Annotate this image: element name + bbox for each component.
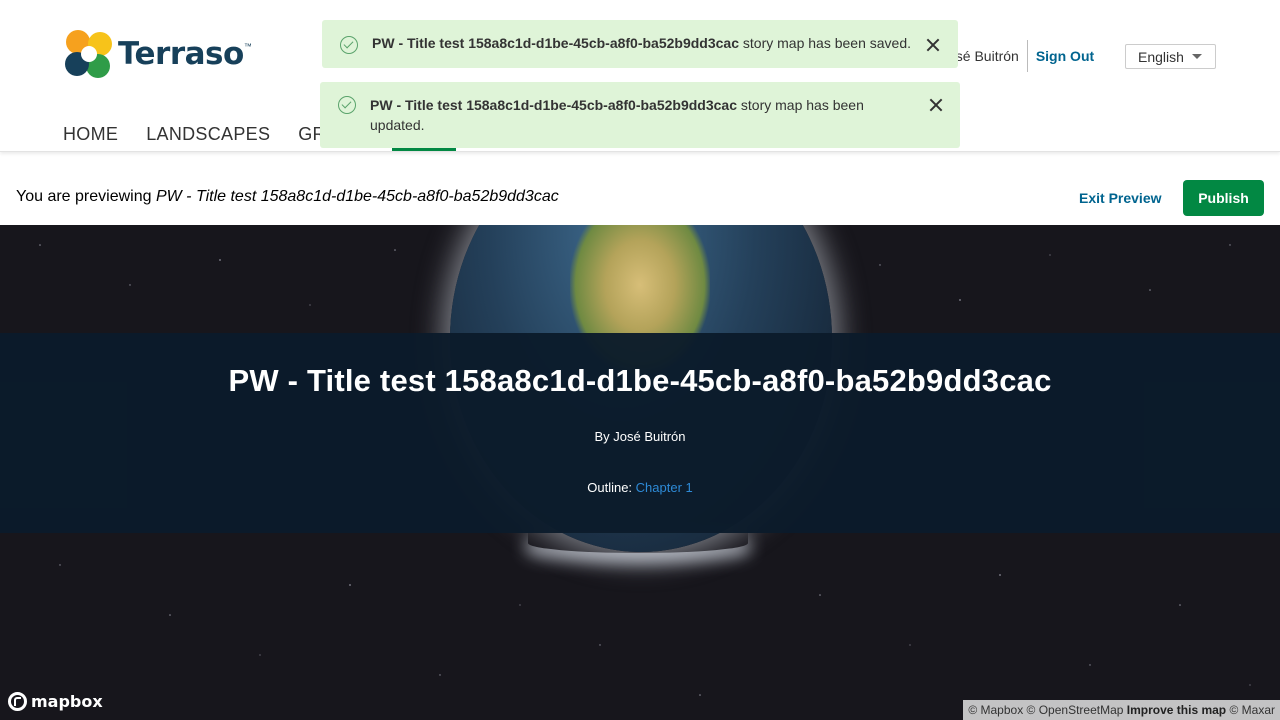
logo-trademark: ™: [243, 42, 252, 51]
terraso-logo[interactable]: Terraso ™: [64, 28, 252, 80]
publish-button[interactable]: Publish: [1183, 180, 1264, 216]
success-check-icon: [338, 96, 356, 114]
nav-home[interactable]: HOME: [63, 124, 118, 145]
nav-active-indicator: [392, 148, 456, 151]
success-check-icon: [340, 36, 358, 54]
map-attribution: © Mapbox © OpenStreetMap Improve this ma…: [963, 700, 1280, 720]
attribution-mapbox[interactable]: © Mapbox: [968, 703, 1023, 717]
story-outline: Outline: Chapter 1: [0, 480, 1280, 495]
attribution-osm[interactable]: © OpenStreetMap: [1027, 703, 1124, 717]
story-title: PW - Title test 158a8c1d-d1be-45cb-a8f0-…: [228, 363, 1052, 398]
toast-updated: PW - Title test 158a8c1d-d1be-45cb-a8f0-…: [320, 82, 960, 148]
close-icon[interactable]: [929, 98, 943, 112]
preview-bar: You are previewing PW - Title test 158a8…: [0, 172, 1280, 225]
toast-status: story map has been saved.: [739, 35, 912, 51]
nav-landscapes[interactable]: LANDSCAPES: [146, 124, 270, 145]
sign-out-button[interactable]: Sign Out: [1028, 48, 1094, 64]
caret-down-icon: [1191, 54, 1202, 59]
user-area: osé Buitrón Sign Out: [948, 40, 1094, 72]
preview-notice: You are previewing PW - Title test 158a8…: [16, 188, 559, 206]
logo-wordmark: Terraso: [118, 36, 244, 72]
language-value: English: [1138, 48, 1184, 65]
story-map[interactable]: PW - Title test 158a8c1d-d1be-45cb-a8f0-…: [0, 225, 1280, 720]
toast-message: PW - Title test 158a8c1d-d1be-45cb-a8f0-…: [370, 95, 870, 135]
mapbox-wordmark: mapbox: [31, 692, 103, 711]
mapbox-logo[interactable]: mapbox: [8, 692, 103, 711]
exit-preview-button[interactable]: Exit Preview: [1079, 190, 1162, 206]
improve-map-link[interactable]: Improve this map: [1127, 703, 1226, 717]
main-nav: HOME LANDSCAPES GRO: [63, 124, 340, 145]
globe-rim: [528, 533, 748, 553]
toast-message: PW - Title test 158a8c1d-d1be-45cb-a8f0-…: [372, 33, 958, 53]
language-select[interactable]: English: [1125, 44, 1216, 69]
preview-prefix: You are previewing: [16, 188, 156, 205]
attribution-maxar[interactable]: © Maxar: [1229, 703, 1275, 717]
story-byline: By José Buitrón: [594, 429, 686, 444]
terraso-logo-icon: [65, 30, 112, 78]
outline-label: Outline:: [587, 480, 636, 495]
user-name[interactable]: osé Buitrón: [948, 48, 1027, 64]
outline-chapter-link[interactable]: Chapter 1: [636, 480, 693, 495]
close-icon[interactable]: [926, 38, 940, 52]
mapbox-icon: [8, 692, 27, 711]
toast-story-title: PW - Title test 158a8c1d-d1be-45cb-a8f0-…: [370, 97, 738, 113]
story-title-panel: PW - Title test 158a8c1d-d1be-45cb-a8f0-…: [0, 333, 1280, 533]
preview-story-title: PW - Title test 158a8c1d-d1be-45cb-a8f0-…: [155, 188, 559, 205]
toast-saved: PW - Title test 158a8c1d-d1be-45cb-a8f0-…: [322, 20, 958, 68]
toast-story-title: PW - Title test 158a8c1d-d1be-45cb-a8f0-…: [372, 35, 740, 51]
